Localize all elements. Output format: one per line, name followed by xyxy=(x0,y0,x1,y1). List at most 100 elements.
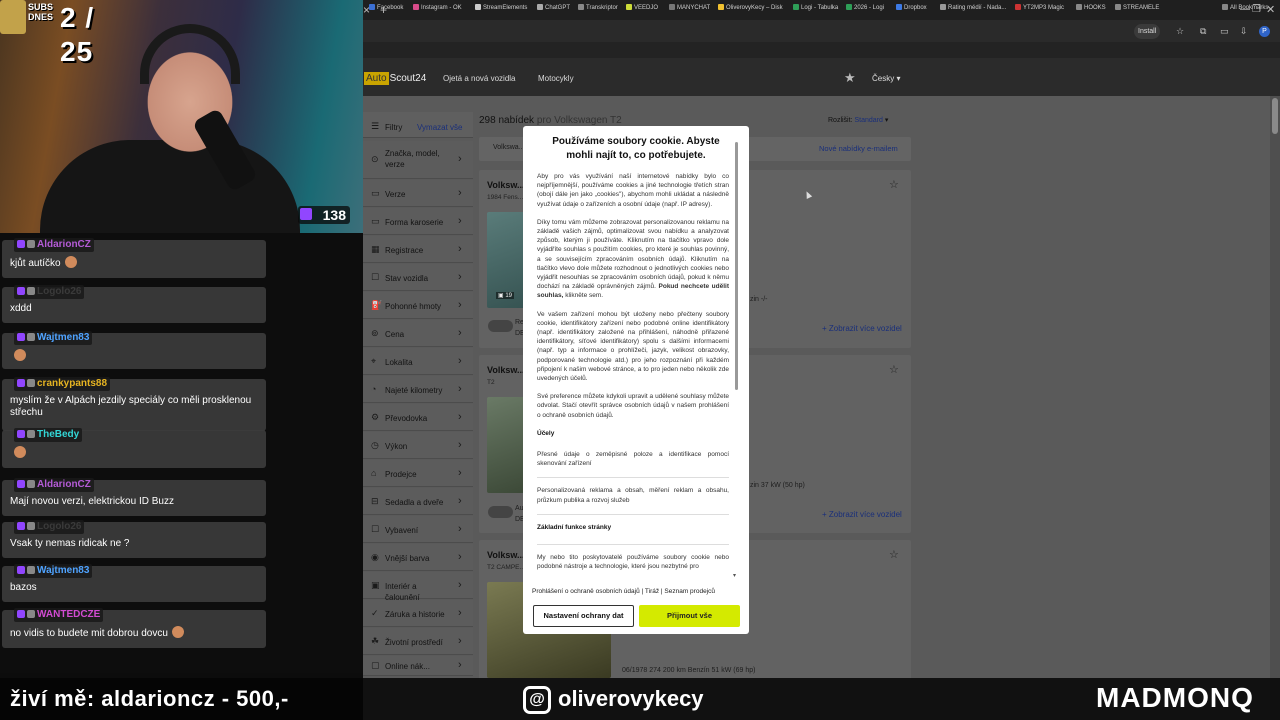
cookie-paragraph: Aby pro vás využívání naší internetové n… xyxy=(537,173,729,208)
extensions-icon[interactable]: ⧉ xyxy=(1200,25,1206,37)
sidebar-filter-item[interactable]: ▣ Interiér a čalounění › xyxy=(363,572,473,602)
show-more-vehicles-link[interactable]: + Zobrazit více vozidel xyxy=(822,324,902,333)
chat-username[interactable]: TheBedy xyxy=(14,428,83,442)
listing-title[interactable]: Volksw... xyxy=(487,550,525,560)
privacy-statement-link[interactable]: Prohlášení o ochraně osobních údajů xyxy=(532,588,640,595)
chevron-right-icon: › xyxy=(458,410,462,423)
purpose-item[interactable]: Přesné údaje o zeměpisné poloze a identi… xyxy=(537,450,729,468)
chat-username[interactable]: AldarionCZ xyxy=(14,238,94,252)
bookmark-logi-tabulka[interactable]: Logi - Tabulka xyxy=(793,3,838,13)
sidebar-filter-item[interactable]: ☘ Životní prostředí › xyxy=(363,628,473,655)
install-app-button[interactable]: Install xyxy=(1134,24,1161,39)
badge-icon xyxy=(27,522,35,530)
bookmarks-bar xyxy=(363,42,1280,58)
bookmark-transkriptor[interactable]: Transkriptor xyxy=(578,3,618,13)
sidebar-filter-item[interactable]: ✓ Záruka a historie › xyxy=(363,600,473,627)
chat-message: Logolo26 xddd xyxy=(2,285,266,323)
sidebar-filter-item[interactable]: ▭ Verze › xyxy=(363,180,473,207)
badge-icon xyxy=(27,480,35,488)
filter-sliders-icon: ☰ xyxy=(371,121,380,131)
bookmark-instagram[interactable]: Instagram - OK xyxy=(413,3,462,13)
bookmark-veedjo[interactable]: VEEDJO xyxy=(626,3,658,13)
filters-label: Filtry xyxy=(385,123,403,132)
chat-message: AldarionCZ Mají novou verzi, elektrickou … xyxy=(2,478,266,516)
site-logo[interactable]: Auto Scout24 xyxy=(364,72,426,85)
accept-all-button[interactable]: Přijmout vše xyxy=(639,605,740,627)
sidebar-filter-item[interactable]: ◉ Vnější barva › xyxy=(363,544,473,571)
sidebar-filter-item[interactable]: ☐ Vybavení › xyxy=(363,516,473,543)
sidebar-filter-item[interactable]: ▭ Forma karoserie › xyxy=(363,208,473,235)
language-select[interactable]: Česky ▾ xyxy=(872,74,900,83)
nav-used-new-vehicles[interactable]: Ojetá a nová vozidla xyxy=(443,74,516,83)
clear-all-filters-link[interactable]: Vymazat vše xyxy=(417,123,463,132)
imprint-link[interactable]: Tiráž xyxy=(645,588,659,595)
purpose-item[interactable]: Personalizovaná reklama a obsah, měření … xyxy=(537,486,729,504)
search-chip[interactable]: Volkswa... xyxy=(493,144,525,151)
privacy-settings-button[interactable]: Nastavení ochrany dat xyxy=(533,605,634,627)
chat-username[interactable]: AldarionCZ xyxy=(14,478,94,492)
favorite-star-icon[interactable]: ☆ xyxy=(889,363,899,376)
favorites-star-icon[interactable]: ★ xyxy=(844,70,856,86)
bookmark-rating-medii[interactable]: Rating médií - Nada... xyxy=(940,3,1006,13)
chat-username[interactable]: crankypants88 xyxy=(14,377,111,391)
sort-control[interactable]: Rozlišit: Standard ▾ xyxy=(828,116,888,124)
subscriber-badge-icon xyxy=(17,610,25,618)
bookmark-manychat[interactable]: MANYCHAT xyxy=(669,3,710,13)
bookmark-facebook[interactable]: Facebook xyxy=(369,3,403,13)
sidebar-filter-item[interactable]: ⚙ Převodovka › xyxy=(363,404,473,431)
sidebar-filter-item[interactable]: ◷ Výkon › xyxy=(363,432,473,459)
favorite-star-icon[interactable]: ☆ xyxy=(889,548,899,561)
sidebar-filter-item[interactable]: ⛽ Pohonné hmoty › xyxy=(363,292,473,319)
page-scrollbar-thumb[interactable] xyxy=(1272,98,1278,134)
sponsor-logo-text: MADMONQ xyxy=(1096,682,1254,713)
chat-username[interactable]: WANTEDCZE xyxy=(14,608,104,622)
chat-text: bazos xyxy=(10,582,37,593)
chat-message: TheBedy xyxy=(2,428,266,468)
bookmark-hooks[interactable]: HOOKS xyxy=(1076,3,1106,13)
bookmark-chatgpt[interactable]: ChatGPT xyxy=(537,3,570,13)
bookmark-star-icon[interactable]: ☆ xyxy=(1176,25,1184,37)
sidebar-filter-item[interactable]: ▢ Online nák... › xyxy=(363,656,473,676)
profile-avatar[interactable]: P xyxy=(1259,26,1270,37)
sidebar-filter-item[interactable]: ▦ Registrace › xyxy=(363,236,473,263)
scroll-down-icon[interactable]: ▾ xyxy=(733,572,736,579)
chat-username[interactable]: Logolo26 xyxy=(14,285,85,299)
sidebar-filter-item[interactable]: ☐ Stav vozidla › xyxy=(363,264,473,291)
sidebar-filter-item[interactable]: ⌖ Lokalita › xyxy=(363,348,473,375)
bookmark-streamelements[interactable]: StreamElements xyxy=(475,3,527,13)
subs-mascot-icon xyxy=(0,0,26,34)
email-alert-link[interactable]: Nové nabídky e-mailem xyxy=(819,144,898,153)
show-more-vehicles-link[interactable]: + Zobrazit více vozidel xyxy=(822,510,902,519)
purposes-heading: Účely xyxy=(537,429,555,437)
chat-username[interactable]: Wajtmen83 xyxy=(14,564,93,578)
filter-icon: ◔ xyxy=(371,383,377,394)
bookmark-2026-logi[interactable]: 2026 - Logi xyxy=(846,3,884,13)
cookie-dialog-scrollbar[interactable] xyxy=(735,142,738,390)
sidebar-filter-item[interactable]: ⊟ Sedadla a dveře › xyxy=(363,488,473,515)
page-scrollbar[interactable] xyxy=(1270,96,1280,720)
sidebar-filter-item[interactable]: ◔ Najeté kilometry › xyxy=(363,376,473,403)
listing-title[interactable]: Volksw... xyxy=(487,365,525,375)
bookmark-yt2mp3[interactable]: YT2MP3 Magic xyxy=(1015,3,1064,13)
nav-motorcycles[interactable]: Motocykly xyxy=(538,74,574,83)
chat-username-text: Wajtmen83 xyxy=(37,565,90,576)
chat-username[interactable]: Logolo26 xyxy=(14,520,85,534)
bookmark-streamele[interactable]: STREAMELE xyxy=(1115,3,1159,13)
sidebar-filter-item[interactable]: ⊚ Cena › xyxy=(363,320,473,347)
badge-icon xyxy=(27,333,35,341)
all-bookmarks[interactable]: All Bookmarks xyxy=(1222,3,1268,13)
sidebar-filter-item[interactable]: ⌂ Prodejce › xyxy=(363,460,473,487)
reject-link[interactable]: klikněte sem. xyxy=(565,292,603,299)
cookie-dialog-body[interactable]: Aby pro vás využívání naší internetové n… xyxy=(537,172,729,580)
listing-title[interactable]: Volksw... xyxy=(487,180,525,190)
tab-search-icon[interactable]: ▭ xyxy=(1220,25,1229,37)
chat-username[interactable]: Wajtmen83 xyxy=(14,331,93,345)
chat-text xyxy=(10,446,262,460)
vendor-list-link[interactable]: Seznam prodejců xyxy=(664,588,715,595)
chevron-right-icon: › xyxy=(458,466,462,479)
bookmark-dropbox[interactable]: Dropbox xyxy=(896,3,927,13)
favorite-star-icon[interactable]: ☆ xyxy=(889,178,899,191)
downloads-icon[interactable]: ⇩ xyxy=(1240,25,1248,37)
sidebar-filter-item[interactable]: ⊙ Značka, model, verze › xyxy=(363,141,473,179)
bookmark-drive[interactable]: OliverovyKecy – Disk xyxy=(718,3,783,13)
